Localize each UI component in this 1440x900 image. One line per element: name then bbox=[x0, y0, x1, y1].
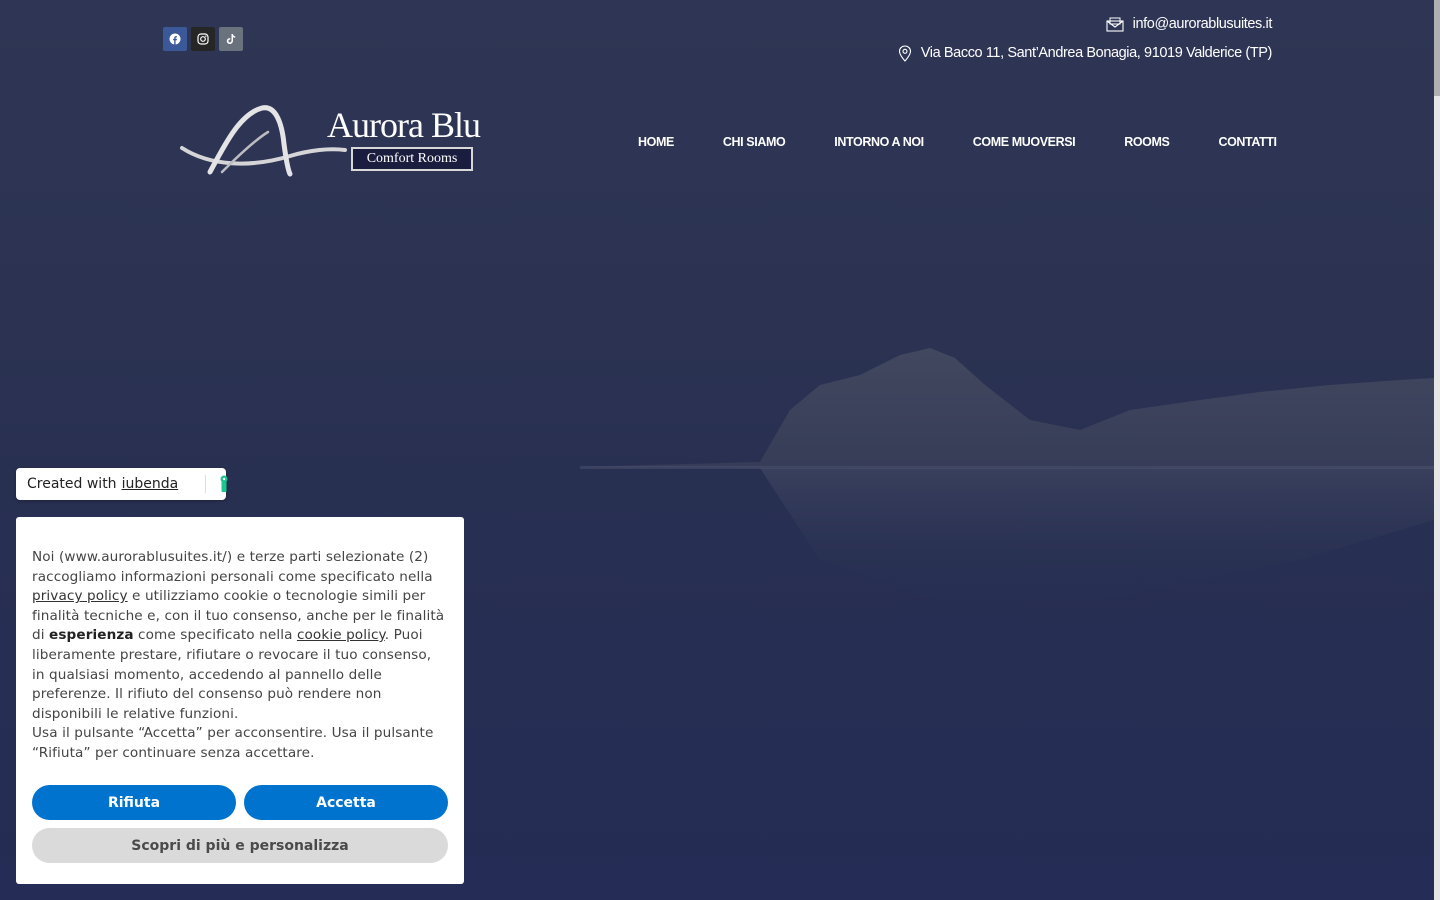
scrollbar[interactable] bbox=[1434, 0, 1440, 900]
tiktok-link[interactable] bbox=[219, 27, 243, 51]
instagram-link[interactable] bbox=[191, 27, 215, 51]
cookie-text-part: come specificato nella bbox=[133, 627, 297, 644]
cookie-text-part: Noi (www.aurorablusuites.it/) e terze pa… bbox=[32, 549, 433, 585]
logo-swoosh-icon bbox=[180, 105, 347, 177]
nav-rooms[interactable]: ROOMS bbox=[1124, 135, 1170, 149]
facebook-icon bbox=[169, 33, 181, 45]
contact-info: info@aurorablusuites.it Via Bacco 11, Sa… bbox=[898, 14, 1272, 72]
contact-address: Via Bacco 11, Sant’Andrea Bonagia, 91019… bbox=[920, 45, 1273, 61]
nav-contatti[interactable]: CONTATTI bbox=[1218, 135, 1277, 149]
nav-home[interactable]: HOME bbox=[638, 135, 674, 149]
cookie-buttons: Rifiuta Accetta Scopri di più e personal… bbox=[32, 785, 448, 863]
iubenda-badge[interactable]: Created with iubenda bbox=[16, 468, 228, 500]
cookie-banner: Noi (www.aurorablusuites.it/) e terze pa… bbox=[16, 517, 464, 884]
privacy-policy-link[interactable]: privacy policy bbox=[32, 588, 128, 604]
facebook-link[interactable] bbox=[163, 27, 187, 51]
iubenda-prefix: Created with bbox=[27, 476, 117, 492]
tiktok-icon bbox=[226, 34, 236, 44]
site-logo[interactable]: Aurora Blu Comfort Rooms bbox=[180, 104, 500, 180]
nav-intorno-a-noi[interactable]: INTORNO A NOI bbox=[834, 135, 924, 149]
logo-name: Aurora Blu bbox=[327, 105, 481, 145]
cookie-text-buttons-hint: Usa il pulsante “Accetta” per acconsenti… bbox=[32, 725, 434, 761]
main-nav: HOME CHI SIAMO INTORNO A NOI COME MUOVER… bbox=[638, 135, 1277, 149]
instagram-icon bbox=[197, 33, 209, 45]
nav-come-muoversi[interactable]: COME MUOVERSI bbox=[973, 135, 1076, 149]
accept-button[interactable]: Accetta bbox=[244, 785, 448, 820]
cookie-text-bold: esperienza bbox=[49, 627, 134, 644]
contact-email[interactable]: info@aurorablusuites.it bbox=[1133, 16, 1273, 32]
iubenda-key-icon bbox=[220, 475, 228, 492]
reject-button[interactable]: Rifiuta bbox=[32, 785, 236, 820]
badge-divider bbox=[205, 475, 206, 493]
logo-tagline: Comfort Rooms bbox=[351, 147, 473, 171]
iubenda-link[interactable]: iubenda bbox=[122, 476, 179, 492]
nav-chi-siamo[interactable]: CHI SIAMO bbox=[723, 135, 786, 149]
scrollbar-thumb[interactable] bbox=[1434, 0, 1440, 96]
cookie-text: Noi (www.aurorablusuites.it/) e terze pa… bbox=[32, 548, 448, 724]
cookie-policy-link[interactable]: cookie policy bbox=[297, 627, 385, 643]
location-pin-icon bbox=[898, 44, 911, 62]
envelope-icon bbox=[1106, 17, 1124, 32]
social-links bbox=[163, 27, 243, 51]
customize-button[interactable]: Scopri di più e personalizza bbox=[32, 828, 448, 863]
